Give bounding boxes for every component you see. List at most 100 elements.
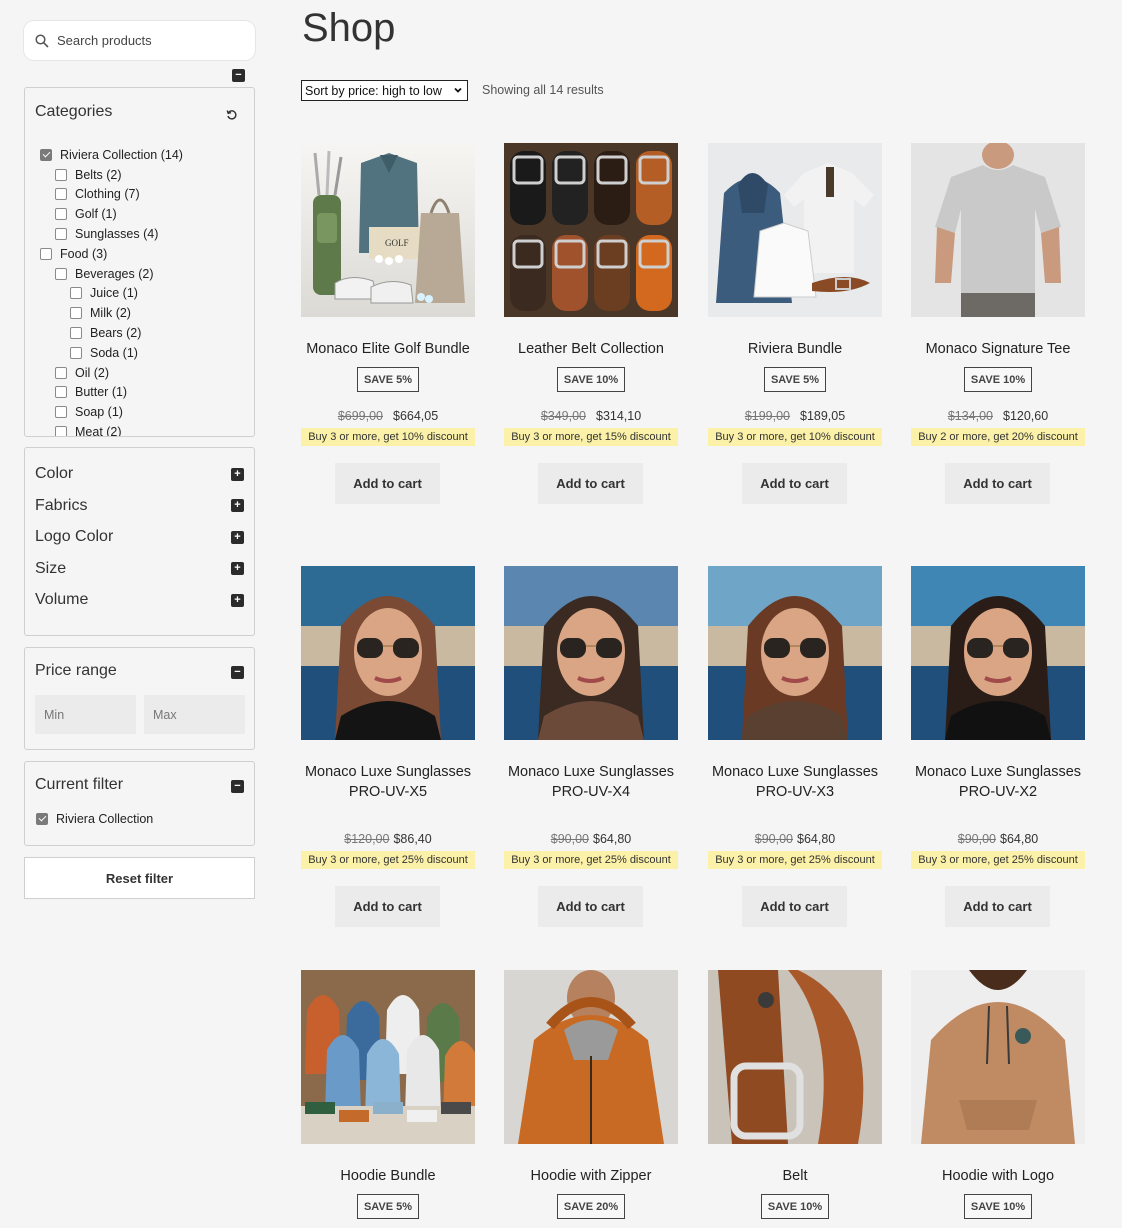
- product-image[interactable]: [504, 143, 678, 317]
- category-checkbox[interactable]: [70, 346, 82, 359]
- expand-icon[interactable]: +: [231, 499, 244, 512]
- product-name[interactable]: Monaco Luxe Sunglasses PRO-UV-X3: [694, 762, 896, 802]
- category-item[interactable]: Golf (1): [40, 204, 183, 224]
- category-item[interactable]: Bears (2): [40, 323, 183, 343]
- expand-icon[interactable]: +: [231, 562, 244, 575]
- category-item[interactable]: Butter (1): [40, 383, 183, 403]
- save-badge: SAVE 10%: [964, 1194, 1032, 1219]
- category-label: Sunglasses (4): [75, 227, 159, 242]
- expand-icon[interactable]: +: [231, 593, 244, 607]
- reset-categories-icon[interactable]: [226, 108, 238, 124]
- product-name[interactable]: Belt: [694, 1166, 896, 1186]
- filter-checkbox[interactable]: [36, 813, 48, 825]
- category-item[interactable]: Riviera Collection (14): [40, 145, 183, 165]
- search-input[interactable]: Search products: [57, 33, 152, 48]
- sidebar: Search products − Categories Riviera Col…: [24, 21, 255, 899]
- attribute-filter-fabrics[interactable]: Fabrics +: [35, 497, 244, 515]
- add-to-cart-button[interactable]: Add to cart: [742, 886, 847, 927]
- add-to-cart-button[interactable]: Add to cart: [945, 463, 1050, 504]
- search-box[interactable]: Search products: [24, 21, 255, 60]
- product-name[interactable]: Monaco Signature Tee: [897, 339, 1099, 359]
- product-image[interactable]: [708, 566, 882, 740]
- category-checkbox[interactable]: [55, 426, 67, 436]
- current-price: $86,40: [393, 832, 432, 846]
- collapse-categories-button[interactable]: −: [232, 69, 245, 82]
- category-item[interactable]: Juice (1): [40, 284, 183, 304]
- product-name[interactable]: Monaco Luxe Sunglasses PRO-UV-X4: [490, 762, 692, 802]
- category-item[interactable]: Food (3): [40, 244, 183, 264]
- product-image[interactable]: [504, 970, 678, 1144]
- current-price: $64,80: [593, 832, 632, 846]
- product-image[interactable]: [911, 143, 1085, 317]
- category-item[interactable]: Oil (2): [40, 363, 183, 383]
- price-min-input[interactable]: [35, 695, 136, 734]
- attribute-filter-volume[interactable]: Volume +: [35, 591, 244, 609]
- add-to-cart-button[interactable]: Add to cart: [945, 886, 1050, 927]
- attribute-filter-size[interactable]: Size +: [35, 560, 244, 578]
- category-item[interactable]: Beverages (2): [40, 264, 183, 284]
- product-image[interactable]: [504, 566, 678, 740]
- collapse-filter-button[interactable]: −: [231, 780, 244, 793]
- product-name[interactable]: Leather Belt Collection: [490, 339, 692, 359]
- category-checkbox[interactable]: [55, 228, 67, 241]
- results-count: Showing all 14 results: [482, 83, 604, 97]
- product-name[interactable]: Hoodie with Logo: [897, 1166, 1099, 1186]
- category-checkbox[interactable]: [55, 188, 67, 201]
- category-checkbox[interactable]: [55, 406, 67, 419]
- category-checkbox[interactable]: [55, 168, 67, 181]
- category-checkbox[interactable]: [40, 148, 52, 161]
- expand-icon[interactable]: +: [231, 467, 244, 481]
- add-to-cart-button[interactable]: Add to cart: [538, 886, 643, 927]
- product-image[interactable]: [911, 566, 1085, 740]
- category-item[interactable]: Clothing (7): [40, 185, 183, 205]
- collapse-price-button[interactable]: −: [231, 666, 244, 679]
- category-label: Clothing (7): [75, 187, 140, 202]
- attribute-filter-logo-color[interactable]: Logo Color +: [35, 528, 244, 546]
- categories-title: Categories: [35, 103, 113, 120]
- category-checkbox[interactable]: [40, 247, 52, 260]
- sort-select[interactable]: Sort by price: high to low: [301, 80, 468, 101]
- category-item[interactable]: Meat (2): [40, 422, 183, 436]
- product-name[interactable]: Monaco Luxe Sunglasses PRO-UV-X5: [287, 762, 489, 802]
- product-name[interactable]: Monaco Elite Golf Bundle: [287, 339, 489, 359]
- product-name[interactable]: Riviera Bundle: [694, 339, 896, 359]
- product-name[interactable]: Hoodie with Zipper: [490, 1166, 692, 1186]
- product-image[interactable]: [708, 143, 882, 317]
- attribute-filter-color[interactable]: Color +: [35, 465, 244, 483]
- attribute-label: Logo Color: [35, 528, 114, 545]
- product-name[interactable]: Hoodie Bundle: [287, 1166, 489, 1186]
- add-to-cart-button[interactable]: Add to cart: [538, 463, 643, 504]
- category-checkbox[interactable]: [70, 287, 82, 300]
- bulk-discount-badge: Buy 3 or more, get 25% discount: [301, 851, 475, 869]
- price-max-input[interactable]: [144, 695, 245, 734]
- category-item[interactable]: Soap (1): [40, 402, 183, 422]
- add-to-cart-button[interactable]: Add to cart: [335, 463, 440, 504]
- product-image[interactable]: [708, 970, 882, 1144]
- category-item[interactable]: Soda (1): [40, 343, 183, 363]
- product-price: $90,00 $64,80: [708, 832, 882, 846]
- reset-filter-button[interactable]: Reset filter: [24, 857, 255, 899]
- product-name[interactable]: Monaco Luxe Sunglasses PRO-UV-X2: [897, 762, 1099, 802]
- current-price: $189,05: [800, 409, 846, 423]
- product-card: Monaco Luxe Sunglasses PRO-UV-X2 $90,00 $6…: [911, 566, 1085, 927]
- category-checkbox[interactable]: [55, 386, 67, 399]
- product-image[interactable]: [301, 566, 475, 740]
- current-filter-item[interactable]: Riviera Collection: [36, 812, 153, 826]
- add-to-cart-button[interactable]: Add to cart: [742, 463, 847, 504]
- expand-icon[interactable]: +: [231, 530, 244, 544]
- save-badge: SAVE 10%: [964, 367, 1032, 392]
- price-range-title: Price range: [35, 662, 117, 679]
- category-item[interactable]: Belts (2): [40, 165, 183, 185]
- add-to-cart-button[interactable]: Add to cart: [335, 886, 440, 927]
- save-badge: SAVE 5%: [357, 367, 419, 392]
- product-image[interactable]: [301, 970, 475, 1144]
- category-checkbox[interactable]: [70, 307, 82, 320]
- category-item[interactable]: Sunglasses (4): [40, 224, 183, 244]
- category-checkbox[interactable]: [70, 327, 82, 340]
- product-image[interactable]: [911, 970, 1085, 1144]
- category-checkbox[interactable]: [55, 366, 67, 379]
- product-image[interactable]: GOLF: [301, 143, 475, 317]
- category-checkbox[interactable]: [55, 267, 67, 280]
- category-item[interactable]: Milk (2): [40, 303, 183, 323]
- category-checkbox[interactable]: [55, 208, 67, 221]
